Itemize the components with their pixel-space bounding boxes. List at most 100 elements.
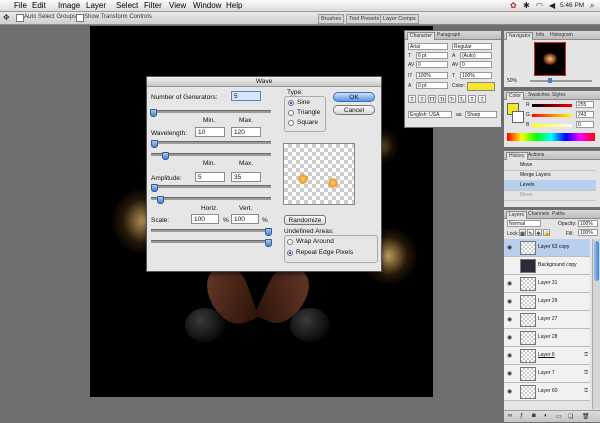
tab-paragraph[interactable]: Paragraph xyxy=(435,32,462,39)
layer-row[interactable]: ◉ Layer 60 ⚿ xyxy=(504,383,590,401)
superscript-button[interactable]: T¹ xyxy=(448,95,456,103)
amplitude-max-slider-thumb[interactable] xyxy=(157,196,164,204)
faux-italic-button[interactable]: T xyxy=(418,95,426,103)
layer-row[interactable]: ◉ Layer 63 copy xyxy=(504,239,590,257)
type-triangle-label[interactable]: Triangle xyxy=(297,109,320,116)
new-group-icon[interactable]: ▭ xyxy=(556,413,562,420)
wavelength-min-field[interactable]: 10 xyxy=(195,127,225,137)
wavelength-max-slider-track[interactable] xyxy=(151,153,271,156)
tracking-field[interactable]: 0 xyxy=(460,61,492,68)
layer-style-icon[interactable]: ƒ xyxy=(520,413,523,419)
lock-position-icon[interactable]: ✥ xyxy=(535,229,542,237)
zoom-slider[interactable] xyxy=(530,80,592,82)
bluetooth-icon[interactable]: ✱ xyxy=(523,1,530,10)
tab-histogram[interactable]: Histogram xyxy=(548,32,575,39)
visibility-eye-icon[interactable]: ◉ xyxy=(507,370,512,377)
green-slider[interactable] xyxy=(532,114,572,117)
wifi-icon[interactable]: ◠ xyxy=(536,1,543,10)
type-square-label[interactable]: Square xyxy=(297,119,318,126)
layer-row[interactable]: ◉ Layer 29 xyxy=(504,293,590,311)
tab-character[interactable]: Character xyxy=(407,32,435,40)
wrap-around-radio[interactable] xyxy=(287,239,293,245)
red-slider[interactable] xyxy=(532,104,572,107)
tab-tool-presets[interactable]: Tool Presets xyxy=(346,14,383,24)
visibility-eye-icon[interactable]: ◉ xyxy=(507,298,512,305)
subscript-button[interactable]: T₁ xyxy=(458,95,466,103)
menu-select[interactable]: Select xyxy=(116,1,138,10)
font-family-select[interactable]: Arial xyxy=(408,43,448,50)
lock-pixels-icon[interactable]: ✎ xyxy=(527,229,534,237)
tab-layers[interactable]: Layers xyxy=(506,211,528,219)
zoom-level[interactable]: 50% xyxy=(507,78,517,84)
amplitude-max-slider-track[interactable] xyxy=(151,197,271,200)
adjustment-layer-icon[interactable]: ◐ xyxy=(544,413,548,419)
type-sine-label[interactable]: Sine xyxy=(297,99,310,106)
trash-icon[interactable]: 🗑 xyxy=(582,413,590,420)
scale-horiz-field[interactable]: 100 xyxy=(191,214,219,224)
history-item[interactable]: Move xyxy=(504,190,596,201)
volume-icon[interactable]: ◀ xyxy=(549,1,555,10)
menu-view[interactable]: View xyxy=(169,1,186,10)
menu-edit[interactable]: Edit xyxy=(32,1,46,10)
layers-scrollbar-thumb[interactable] xyxy=(594,241,599,281)
menu-file[interactable]: File xyxy=(14,1,27,10)
font-style-select[interactable]: Regular xyxy=(452,43,492,50)
tab-navigator[interactable]: Navigator xyxy=(506,32,534,40)
baseline-field[interactable]: 0 pt xyxy=(416,82,448,89)
blue-field[interactable]: 0 xyxy=(576,121,594,128)
underline-button[interactable]: T xyxy=(468,95,476,103)
visibility-eye-icon[interactable]: ◉ xyxy=(507,316,512,323)
faux-bold-button[interactable]: T xyxy=(408,95,416,103)
cancel-button[interactable]: Cancel xyxy=(333,105,375,115)
type-sine-radio[interactable] xyxy=(288,100,294,106)
text-color-swatch[interactable] xyxy=(467,82,495,91)
show-transform-checkbox[interactable] xyxy=(76,14,84,22)
visibility-eye-icon[interactable]: ◉ xyxy=(507,334,512,341)
amplitude-min-slider-track[interactable] xyxy=(151,185,271,188)
green-field[interactable]: 243 xyxy=(576,111,594,118)
randomize-button[interactable]: Randomize xyxy=(284,215,326,225)
tab-info[interactable]: Info xyxy=(534,32,546,39)
menu-help[interactable]: Help xyxy=(226,1,242,10)
wrap-around-label[interactable]: Wrap Around xyxy=(296,238,334,245)
visibility-eye-icon[interactable]: ◉ xyxy=(507,352,512,359)
type-triangle-radio[interactable] xyxy=(288,110,294,116)
generators-field[interactable]: 5 xyxy=(231,91,261,101)
tab-styles[interactable]: Styles xyxy=(550,92,568,99)
visibility-eye-icon[interactable]: ◉ xyxy=(507,280,512,287)
new-layer-icon[interactable]: ❏ xyxy=(568,413,573,420)
link-layers-icon[interactable]: ∞ xyxy=(508,413,512,419)
layers-scrollbar[interactable] xyxy=(592,239,600,409)
vertical-scale-field[interactable]: 100% xyxy=(416,72,448,79)
red-field[interactable]: 255 xyxy=(576,101,594,108)
generators-slider-track[interactable] xyxy=(151,110,271,113)
kerning-field[interactable]: 0 xyxy=(416,61,448,68)
language-select[interactable]: English: USA xyxy=(408,111,452,118)
fill-field[interactable]: 100% xyxy=(578,229,598,236)
generators-slider-thumb[interactable] xyxy=(150,109,157,117)
repeat-edge-label[interactable]: Repeat Edge Pixels xyxy=(296,249,353,256)
scale-vert-slider-thumb[interactable] xyxy=(265,239,272,247)
layer-row[interactable]: ◉ Layer 6 ⚿ xyxy=(504,347,590,365)
auto-select-checkbox[interactable] xyxy=(16,14,24,22)
tab-layer-comps[interactable]: Layer Comps xyxy=(380,14,419,24)
menu-window[interactable]: Window xyxy=(193,1,221,10)
tab-brushes[interactable]: Brushes xyxy=(318,14,345,24)
color-ramp[interactable] xyxy=(507,133,595,141)
app-status-icon[interactable]: ✿ xyxy=(510,1,517,10)
zoom-slider-thumb[interactable] xyxy=(548,78,552,83)
opacity-field[interactable]: 100% xyxy=(578,220,598,227)
scale-horiz-slider-track[interactable] xyxy=(151,229,271,232)
visibility-eye-icon[interactable]: ◉ xyxy=(507,244,512,251)
small-caps-button[interactable]: Tt xyxy=(438,95,446,103)
visibility-eye-icon[interactable]: ◉ xyxy=(507,388,512,395)
wavelength-max-slider-thumb[interactable] xyxy=(162,152,169,160)
ok-button[interactable]: OK xyxy=(333,92,375,102)
navigator-thumbnail[interactable] xyxy=(534,42,566,76)
layer-row[interactable]: ◉ Layer 31 xyxy=(504,275,590,293)
scale-vert-slider-track[interactable] xyxy=(151,240,271,243)
amplitude-min-slider-thumb[interactable] xyxy=(151,184,158,192)
spotlight-icon[interactable]: ⌕ xyxy=(590,1,594,11)
wavelength-min-slider-track[interactable] xyxy=(151,141,271,144)
tab-swatches[interactable]: Swatches xyxy=(526,92,552,99)
